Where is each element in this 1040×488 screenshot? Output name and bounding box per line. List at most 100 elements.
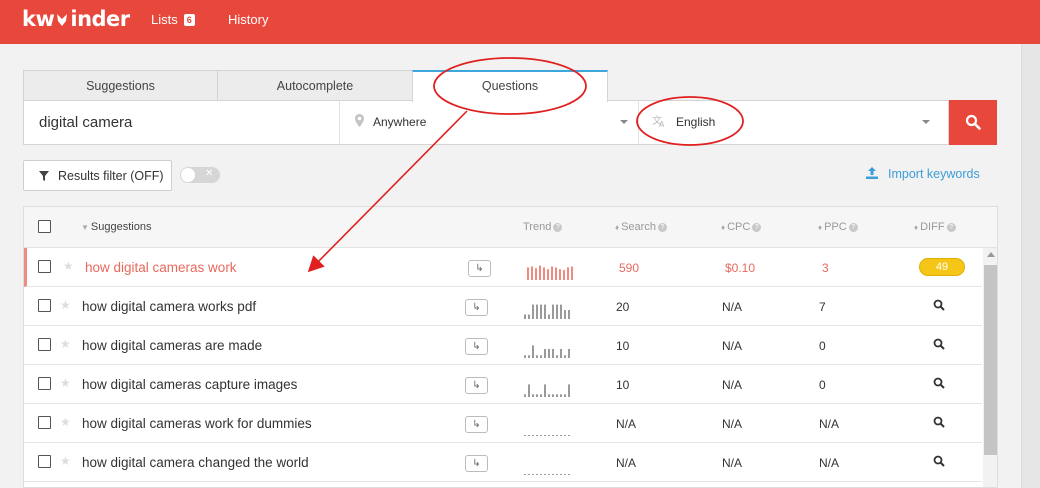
search-volume: 10 [616,378,630,392]
svg-text:A: A [659,120,665,128]
tab-autocomplete[interactable]: Autocomplete [217,70,413,101]
cpc-value: N/A [722,378,743,392]
trend-bar [531,266,533,280]
table-scrollbar-thumb[interactable] [984,265,997,455]
arrow-return-icon[interactable]: ↳ [465,416,488,433]
search-volume: N/A [616,417,637,431]
trend-bar [540,394,542,397]
star-icon[interactable]: ★ [60,454,71,468]
trend-bar [552,435,554,436]
arrow-return-icon[interactable]: ↳ [465,455,488,472]
language-value: English [676,115,716,129]
fox-logo-icon [57,14,68,26]
star-icon[interactable]: ★ [63,259,74,273]
ppc-value: 0 [819,339,826,353]
sort-icon: ♦ [721,223,726,232]
difficulty-badge: 49 [919,258,965,276]
col-header-label: Suggestions [90,221,152,233]
trend-bar [551,266,553,280]
trend-bar [568,310,570,319]
filter-icon [39,171,49,181]
col-header-suggestions[interactable]: ▼ Suggestions [81,221,151,233]
col-header-ppc[interactable]: ♦ PPC? [818,221,858,233]
row-checkbox[interactable] [38,416,51,429]
table-row[interactable]: ★ how digital camera works pdf ↳ 20 N/A … [24,287,982,326]
magnifier-icon[interactable] [933,377,945,389]
table-row[interactable]: ★ how digital cameras work for dummies ↳… [24,404,982,443]
nav-lists-label: Lists [151,12,178,27]
row-checkbox[interactable] [38,299,51,312]
trend-bar [564,310,566,319]
trend-bar [540,304,542,319]
results-filter-button[interactable]: Results filter (OFF) [23,160,172,191]
col-header-search[interactable]: ♦ Search? [615,221,667,233]
col-header-diff[interactable]: ♦ DIFF? [914,221,956,233]
star-icon[interactable]: ★ [60,376,71,390]
row-checkbox[interactable] [38,260,51,273]
trend-bar [552,394,554,397]
tab-questions[interactable]: Questions [412,70,608,102]
row-checkbox[interactable] [38,377,51,390]
row-checkbox[interactable] [38,338,51,351]
scroll-up-arrow[interactable] [987,252,995,257]
trend-sparkline [527,265,573,280]
table-row[interactable]: ★ how digital cameras capture images ↳ 1… [24,365,982,404]
trend-bar [567,267,569,280]
row-checkbox[interactable] [38,455,51,468]
table-header: ▼ Suggestions Trend? ♦ Search? ♦ CPC? ♦ PPC?… [24,207,997,248]
col-header-cpc[interactable]: ♦ CPC? [721,221,762,233]
magnifier-icon[interactable] [933,338,945,350]
import-keywords-label: Import keywords [888,167,980,181]
trend-bar [528,435,530,436]
pin-icon [355,114,364,127]
trend-bar [532,435,534,436]
nav-history-link[interactable]: History [228,12,268,27]
location-select[interactable]: Anywhere [347,101,634,144]
trend-sparkline [524,345,570,358]
help-icon[interactable]: ? [553,223,563,232]
select-all-checkbox[interactable] [38,220,51,233]
arrow-return-icon[interactable]: ↳ [468,260,491,277]
help-icon[interactable]: ? [946,223,956,232]
trend-bar [556,435,558,436]
trend-bar [544,435,546,436]
trend-bar [548,349,550,358]
filter-toggle[interactable]: ✕ [180,167,220,183]
help-icon[interactable]: ? [848,223,858,232]
import-keywords-link[interactable]: Import keywords [866,167,980,181]
kwfinder-logo[interactable]: kw inder [22,7,130,31]
trend-bar [571,266,573,280]
table-row[interactable]: ★ how digital camera changed the world ↳… [24,443,982,482]
table-row[interactable]: ★ how digital cameras work ↳ 590 $0.10 3… [24,248,982,287]
trend-bar [536,435,538,436]
trend-bar [535,268,537,280]
tab-suggestions[interactable]: Suggestions [23,70,218,101]
trend-bar [532,474,534,475]
trend-sparkline [524,384,570,397]
trend-bar [544,384,546,397]
help-icon[interactable]: ? [657,223,667,232]
magnifier-icon[interactable] [933,455,945,467]
arrow-return-icon[interactable]: ↳ [465,299,488,316]
star-icon[interactable]: ★ [60,415,71,429]
help-icon[interactable]: ? [752,223,762,232]
trend-bar [532,394,534,397]
trend-bar [548,474,550,475]
star-icon[interactable]: ★ [60,298,71,312]
col-header-label: DIFF [920,221,945,233]
ppc-value: 3 [822,261,829,275]
arrow-return-icon[interactable]: ↳ [465,338,488,355]
keyword-input[interactable] [24,101,339,144]
cpc-value: N/A [722,417,743,431]
magnifier-icon[interactable] [933,416,945,428]
magnifier-icon[interactable] [933,299,945,311]
nav-lists-link[interactable]: Lists 6 [151,12,195,27]
trend-bar [524,394,526,397]
search-button[interactable] [949,100,997,145]
star-icon[interactable]: ★ [60,337,71,351]
search-volume: 10 [616,339,630,353]
arrow-return-icon[interactable]: ↳ [465,377,488,394]
trend-bar [528,384,530,397]
table-row[interactable]: ★ how digital cameras are made ↳ 10 N/A … [24,326,982,365]
language-select[interactable]: 文A English [648,101,948,144]
